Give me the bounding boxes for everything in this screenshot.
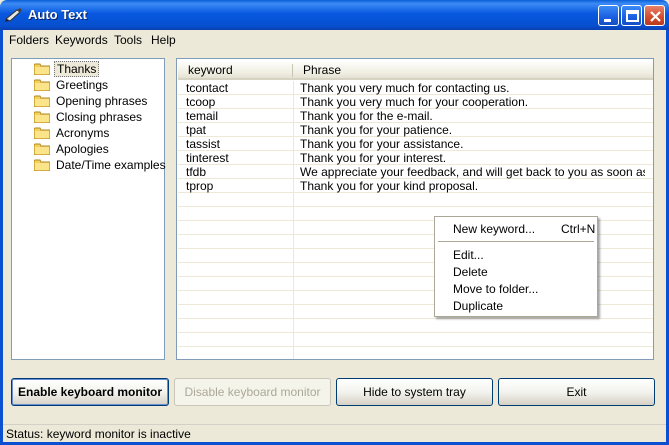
new-keyword-label: New keyword... (453, 222, 536, 236)
hide-to-system-tray-button[interactable]: Hide to system tray (336, 378, 493, 406)
menu-help[interactable]: Help (147, 32, 180, 48)
empty-table-row (178, 347, 653, 359)
table-row[interactable]: tfdb We appreciate your feedback, and wil… (178, 165, 653, 179)
enable-keyboard-monitor-button[interactable]: Enable keyboard monitor (11, 378, 169, 406)
title-bar[interactable]: Auto Text (0, 0, 669, 30)
table-row[interactable]: tpat Thank you for your patience. (178, 123, 653, 137)
maximize-icon (626, 10, 639, 22)
pen-icon (5, 8, 22, 22)
folder-icon (34, 159, 50, 171)
list-header: keyword Phrase (178, 60, 653, 80)
keyword-cell: tpat (186, 123, 207, 137)
menu-item-edit[interactable]: Edit... (453, 247, 484, 263)
window-title: Auto Text (28, 7, 87, 22)
empty-table-row (178, 193, 653, 207)
phrase-cell: Thank you for the e-mail. (300, 109, 433, 123)
menu-bar: Folders Keywords Tools Help (3, 30, 666, 50)
window-frame-left (0, 30, 3, 445)
folder-label: Date/Time examples (56, 158, 166, 172)
phrase-cell: Thank you for your interest. (300, 151, 447, 165)
folder-label: Closing phrases (56, 110, 143, 124)
status-text: Status: keyword monitor is inactive (6, 427, 191, 441)
status-bar: Status: keyword monitor is inactive (3, 424, 666, 442)
column-header-phrase[interactable]: Phrase (303, 63, 341, 77)
menu-item-duplicate[interactable]: Duplicate (453, 298, 503, 314)
folder-label: Greetings (56, 78, 109, 92)
maximize-button[interactable] (621, 5, 642, 26)
menu-separator (438, 241, 594, 242)
table-row[interactable]: tassist Thank you for your assistance. (178, 137, 653, 151)
menu-folders[interactable]: Folders (5, 32, 53, 48)
folder-icon (34, 143, 50, 155)
empty-table-row (178, 333, 653, 347)
folder-tree[interactable]: Thanks Greetings Opening phrases Closing… (11, 58, 166, 360)
phrase-cell: Thank you for your assistance. (300, 137, 464, 151)
empty-table-row (178, 319, 653, 333)
table-row[interactable]: tprop Thank you for your kind proposal. (178, 179, 653, 193)
disable-keyboard-monitor-button[interactable]: Disable keyboard monitor (174, 378, 331, 406)
keyword-cell: tassist (186, 137, 221, 151)
table-row[interactable]: temail Thank you for the e-mail. (178, 109, 653, 123)
minimize-button[interactable] (598, 5, 619, 26)
exit-button[interactable]: Exit (498, 378, 655, 406)
keyword-cell: tinterest (186, 151, 229, 165)
context-menu: New keyword... Ctrl+N Edit... Delete Mov… (434, 216, 598, 317)
table-row[interactable]: tcontact Thank you very much for contacti… (178, 81, 653, 95)
keyword-cell: tfdb (186, 165, 207, 179)
folder-icon (34, 127, 50, 139)
close-icon (650, 11, 661, 22)
phrase-cell: Thank you for your kind proposal. (300, 179, 479, 193)
menu-item-new-keyword[interactable]: New keyword... Ctrl+N (453, 221, 596, 237)
phrase-cell: Thank you very much for contacting us. (300, 81, 510, 95)
menu-item-delete[interactable]: Delete (453, 264, 488, 280)
menu-tools[interactable]: Tools (110, 32, 146, 48)
folder-icon (34, 79, 50, 91)
phrase-cell: We appreciate your feedback, and will ge… (300, 165, 645, 179)
folder-icon (34, 63, 50, 75)
column-grid-line (293, 81, 294, 359)
table-row[interactable]: tcoop Thank you very much for your cooper… (178, 95, 653, 109)
folder-label: Acronyms (56, 126, 110, 140)
folder-label: Apologies (56, 142, 109, 156)
phrase-cell: Thank you for your patience. (300, 123, 453, 137)
menu-keywords[interactable]: Keywords (51, 32, 112, 48)
keyword-cell: temail (186, 109, 219, 123)
column-header-keyword[interactable]: keyword (188, 63, 233, 77)
table-row[interactable]: tinterest Thank you for your interest. (178, 151, 653, 165)
folder-icon (34, 111, 50, 123)
close-button[interactable] (644, 5, 665, 26)
phrase-cell: Thank you very much for your cooperation… (300, 95, 529, 109)
folder-icon (34, 95, 50, 107)
folder-label: Thanks (54, 61, 100, 77)
keyword-cell: tcoop (186, 95, 216, 109)
new-keyword-shortcut: Ctrl+N (561, 222, 596, 236)
keyword-cell: tprop (186, 179, 214, 193)
folder-label: Opening phrases (56, 94, 148, 108)
minimize-icon (604, 19, 611, 22)
column-divider[interactable] (292, 64, 293, 77)
menu-item-move-to-folder[interactable]: Move to folder... (453, 281, 538, 297)
keyword-cell: tcontact (186, 81, 229, 95)
